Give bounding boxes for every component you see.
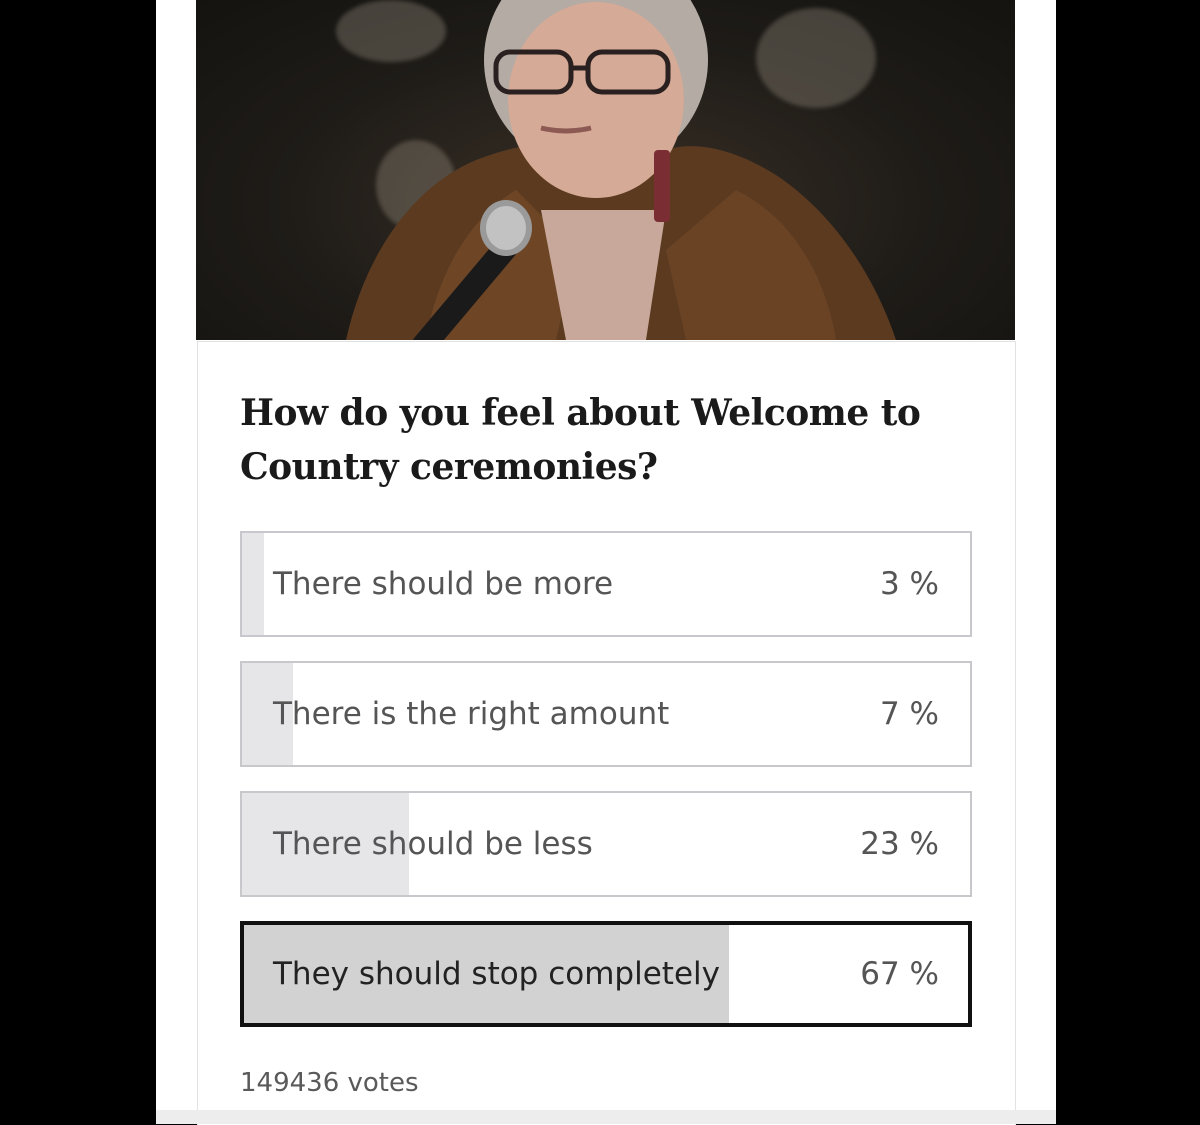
hero-photo bbox=[196, 0, 1015, 340]
option-percent: 7 % bbox=[879, 696, 939, 732]
option-label: There is the right amount bbox=[273, 696, 670, 732]
option-label: There should be more bbox=[273, 566, 614, 602]
result-bar bbox=[242, 533, 264, 635]
poll-page: How do you feel about Welcome to Country… bbox=[156, 0, 1056, 1125]
bottom-divider bbox=[156, 1110, 1056, 1124]
poll-option-right-amount[interactable]: There is the right amount 7 % bbox=[240, 661, 972, 767]
option-label: They should stop completely bbox=[273, 956, 720, 992]
poll-option-more[interactable]: There should be more 3 % bbox=[240, 531, 972, 637]
option-label: There should be less bbox=[273, 826, 593, 862]
option-percent: 23 % bbox=[860, 826, 939, 862]
option-percent: 67 % bbox=[860, 956, 939, 992]
poll-option-less[interactable]: There should be less 23 % bbox=[240, 791, 972, 897]
speaker-illustration bbox=[346, 0, 896, 340]
option-percent: 3 % bbox=[879, 566, 939, 602]
poll-card: How do you feel about Welcome to Country… bbox=[197, 341, 1016, 1125]
poll-question: How do you feel about Welcome to Country… bbox=[240, 392, 921, 488]
vote-count: 149436 votes bbox=[240, 1068, 419, 1098]
poll-option-stop-completely[interactable]: They should stop completely 67 % bbox=[240, 921, 972, 1027]
